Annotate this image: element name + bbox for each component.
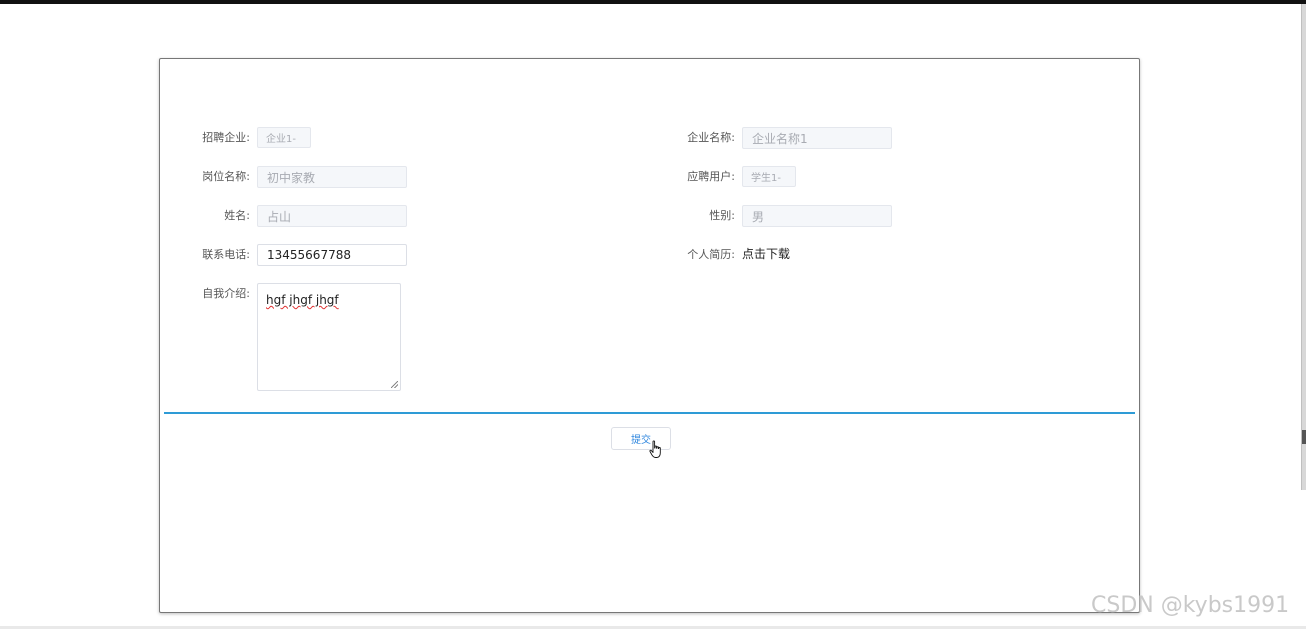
csdn-watermark: CSDN @kybs1991 xyxy=(1091,593,1290,618)
gender-field[interactable]: 男 xyxy=(742,205,892,227)
hand-cursor-icon xyxy=(649,440,661,458)
phone-input[interactable]: 13455667788 xyxy=(257,244,407,266)
applicant-field[interactable]: 学生1- xyxy=(742,166,796,187)
page-scrollbar[interactable] xyxy=(1301,4,1306,490)
intro-label: 自我介绍: xyxy=(202,287,250,300)
form-divider xyxy=(164,412,1135,414)
position-field[interactable]: 初中家教 xyxy=(257,166,407,188)
phone-label: 联系电话: xyxy=(202,248,250,261)
window-top-bar xyxy=(0,0,1306,4)
company-name-field[interactable]: 企业名称1 xyxy=(742,127,892,149)
company-label: 招聘企业: xyxy=(202,131,250,144)
applicant-label: 应聘用户: xyxy=(687,170,735,183)
name-field[interactable]: 占山 xyxy=(257,205,407,227)
resume-download-link[interactable]: 点击下载 xyxy=(742,245,790,262)
position-label: 岗位名称: xyxy=(202,170,250,183)
resume-label: 个人简历: xyxy=(687,248,735,261)
intro-textarea[interactable]: hgf jhgf jhgf xyxy=(257,283,401,391)
company-name-label: 企业名称: xyxy=(687,131,735,144)
company-field[interactable]: 企业1- xyxy=(257,127,311,148)
resize-handle[interactable] xyxy=(391,381,398,388)
scrollbar-thumb[interactable] xyxy=(1302,430,1306,444)
gender-label: 性别: xyxy=(709,209,735,222)
intro-text: hgf jhgf jhgf xyxy=(266,293,339,307)
application-form-dialog: 招聘企业: 企业1- 岗位名称: 初中家教 姓名: 占山 联系电话: 13455… xyxy=(159,58,1140,613)
name-label: 姓名: xyxy=(224,209,250,222)
